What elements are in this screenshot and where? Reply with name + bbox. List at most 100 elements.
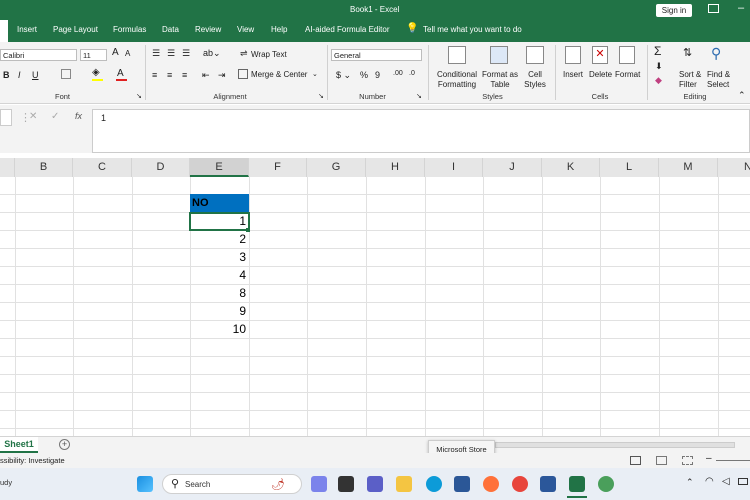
orientation-icon[interactable]: ab⌄ [203,48,221,59]
store-icon[interactable] [454,476,470,492]
zoom-slider[interactable] [716,460,750,461]
merge-dropdown-icon[interactable]: ⌄ [312,70,318,78]
column-header-l[interactable]: L [600,158,659,177]
column-header-d[interactable]: D [132,158,190,177]
font-name-select[interactable]: Calibri [0,49,77,61]
tab-insert[interactable]: Insert [17,25,37,34]
tray-chevron-icon[interactable]: ⌃ [686,477,694,488]
align-right-icon[interactable]: ≡ [182,70,187,80]
currency-icon[interactable]: $ ⌄ [336,70,351,81]
fill-color-icon[interactable]: ◈ [92,67,100,78]
tab-formulas[interactable]: Formulas [113,25,146,34]
worksheet-grid[interactable]: B C D E F G H I J K L M N NO 1 2 3 4 8 9… [0,153,750,436]
cell-value[interactable]: 4 [190,268,248,282]
globe-app-icon[interactable] [598,476,614,492]
column-header-h[interactable]: H [366,158,425,177]
clear-icon[interactable]: ◆ [655,75,662,86]
tab-review[interactable]: Review [195,25,221,34]
comma-icon[interactable]: 9 [375,70,380,80]
column-header-i[interactable]: I [425,158,483,177]
battery-icon[interactable] [738,478,748,485]
tell-me-search[interactable]: Tell me what you want to do [423,25,522,34]
column-header-c[interactable]: C [73,158,132,177]
font-size-select[interactable]: 11 [80,49,107,61]
format-as-table-icon[interactable] [490,46,508,64]
wrap-text-icon[interactable]: ⇌ [240,48,248,59]
align-left-icon[interactable]: ≡ [152,70,157,80]
find-select-button[interactable]: Find & Select [707,70,730,90]
align-top-icon[interactable]: ☰ [152,48,160,59]
find-icon[interactable]: ⚲ [711,45,721,62]
collapse-ribbon-icon[interactable]: ⌃ [738,90,746,101]
sort-filter-button[interactable]: Sort & Filter [679,70,701,90]
normal-view-icon[interactable] [630,456,641,465]
cell-value[interactable]: 2 [190,232,248,246]
italic-icon[interactable]: I [18,70,21,80]
font-color-icon[interactable]: A [117,68,124,79]
merge-icon[interactable] [238,69,248,79]
page-layout-view-icon[interactable] [656,456,667,465]
align-middle-icon[interactable]: ☰ [167,48,175,59]
wrap-text-button[interactable]: Wrap Text [251,50,287,59]
fill-icon[interactable]: ⬇ [655,61,663,72]
tab-view[interactable]: View [237,25,254,34]
increase-decimal-icon[interactable]: .00 [393,70,403,77]
confirm-entry-icon[interactable]: ✓ [51,111,59,122]
sort-filter-icon[interactable]: ⇅ [683,46,692,59]
start-icon[interactable] [137,476,153,492]
column-header-e[interactable]: E [190,158,249,177]
zoom-out-icon[interactable]: – [706,453,712,464]
word-icon[interactable] [540,476,556,492]
number-launcher-icon[interactable]: ↘ [416,92,422,100]
cell-value[interactable]: 10 [190,322,248,336]
increase-font-icon[interactable]: A [112,47,119,58]
tab-home-edge[interactable] [0,20,8,42]
wifi-icon[interactable]: ◠ [705,476,714,487]
column-header-j[interactable]: J [483,158,542,177]
tab-ai-formula[interactable]: AI-aided Formula Editor [305,25,389,34]
firefox-icon[interactable] [483,476,499,492]
page-break-view-icon[interactable] [682,456,693,465]
tab-help[interactable]: Help [271,25,287,34]
volume-icon[interactable]: ◁ [722,476,730,487]
number-format-select[interactable]: General [331,49,422,61]
column-header-n[interactable]: N [718,158,750,177]
autosum-icon[interactable]: Σ [654,44,661,58]
file-explorer-icon[interactable] [396,476,412,492]
cell-styles-button[interactable]: Cell Styles [520,70,550,90]
underline-icon[interactable]: U [32,70,39,80]
cell-value[interactable]: 8 [190,286,248,300]
insert-cells-icon[interactable] [565,46,581,64]
task-view-icon[interactable] [338,476,354,492]
insert-function-icon[interactable]: fx [75,111,82,121]
copilot-icon[interactable] [311,476,327,492]
formula-input[interactable]: 1 [92,109,750,153]
minimize-icon[interactable]: – [738,2,744,14]
cell-styles-icon[interactable] [526,46,544,64]
add-sheet-icon[interactable]: + [59,439,70,450]
taskbar-search[interactable]: ⚲ Search 🌶 [162,474,302,494]
cell-e-header[interactable]: NO [190,194,249,212]
decrease-decimal-icon[interactable]: .0 [409,70,415,77]
format-as-table-button[interactable]: Format as Table [482,70,518,90]
bold-icon[interactable]: B [3,70,10,80]
excel-icon[interactable] [569,476,585,492]
decrease-font-icon[interactable]: A [125,49,130,58]
chrome-icon[interactable] [512,476,528,492]
merge-center-button[interactable]: Merge & Center [251,70,307,79]
insert-cells-button[interactable]: Insert [563,70,583,79]
column-header-a[interactable] [0,158,15,177]
column-header-k[interactable]: K [542,158,600,177]
conditional-formatting-icon[interactable] [448,46,466,64]
cancel-entry-icon[interactable]: ✕ [29,111,37,122]
borders-icon[interactable] [61,69,71,79]
delete-cells-icon[interactable]: ✕ [592,46,608,64]
column-header-f[interactable]: F [249,158,307,177]
conditional-formatting-button[interactable]: Conditional Formatting [436,70,478,90]
tab-page-layout[interactable]: Page Layout [53,25,98,34]
align-center-icon[interactable]: ≡ [167,70,172,80]
format-cells-button[interactable]: Format [615,70,640,79]
decrease-indent-icon[interactable]: ⇤ [202,70,210,81]
cell-value[interactable]: 1 [190,214,248,228]
column-header-g[interactable]: G [307,158,366,177]
